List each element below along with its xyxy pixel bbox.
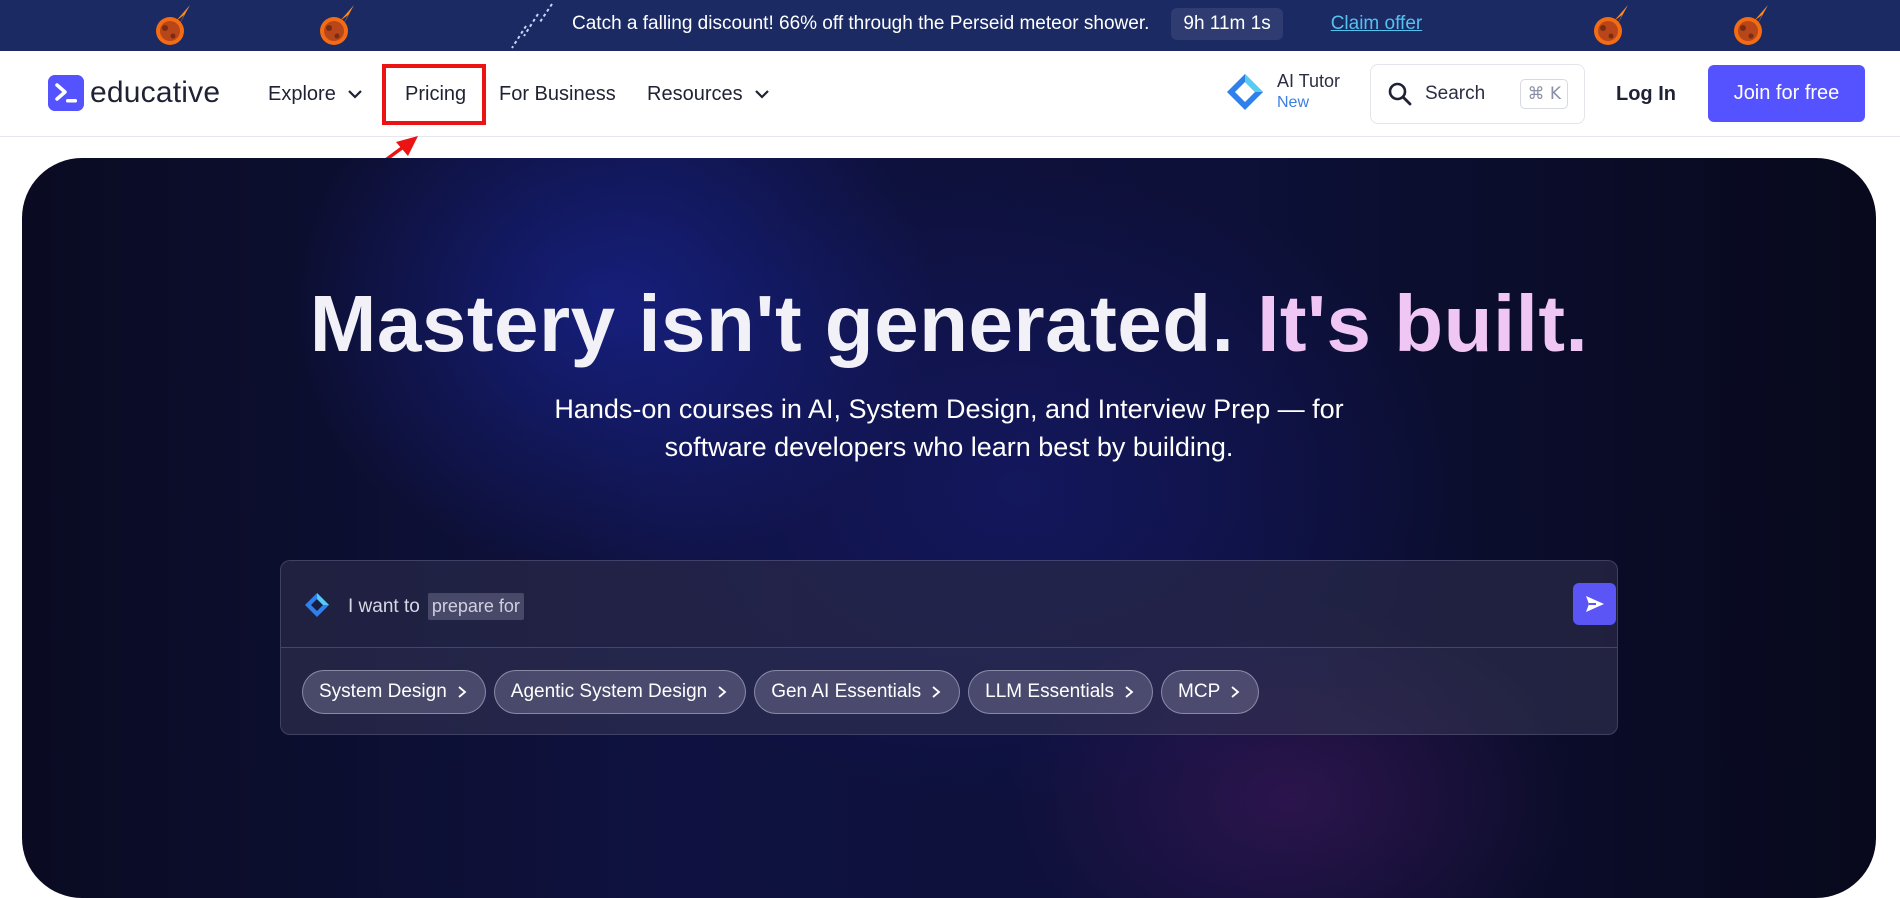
subtitle-line: Hands-on courses in AI, System Design, a… <box>554 394 1344 424</box>
join-for-free-button[interactable]: Join for free <box>1708 65 1865 122</box>
ai-tutor-label: AI Tutor <box>1277 71 1341 91</box>
course-prompt-box: I want to prepare for System Design Agen… <box>280 560 1618 735</box>
terminal-logo-icon <box>48 75 84 111</box>
hero-subtitle: Hands-on courses in AI, System Design, a… <box>22 390 1876 466</box>
suggestion-chip-system-design[interactable]: System Design <box>302 670 486 714</box>
chevron-down-icon <box>348 90 362 99</box>
suggestion-chip-llm-essentials[interactable]: LLM Essentials <box>968 670 1154 714</box>
chevron-right-icon <box>1125 686 1134 698</box>
chevron-down-icon <box>754 90 769 99</box>
hero-headline: Mastery isn't generated. It's built. <box>22 278 1876 370</box>
hero-section: Mastery isn't generated. It's built. Han… <box>22 158 1876 898</box>
chevron-right-icon <box>1231 686 1240 698</box>
ai-diamond-icon <box>305 593 329 617</box>
educative-logo[interactable]: educative <box>48 75 220 111</box>
suggestion-chip-agentic-system-design[interactable]: Agentic System Design <box>493 670 747 714</box>
claim-offer-link[interactable]: Claim offer <box>1331 13 1423 35</box>
chip-label: Agentic System Design <box>510 681 708 702</box>
headline-main: Mastery isn't generated. <box>309 279 1235 368</box>
suggestion-chip-mcp[interactable]: MCP <box>1161 670 1260 714</box>
subtitle-line: software developers who learn best by bu… <box>664 432 1234 462</box>
search-icon <box>1388 82 1412 106</box>
headline-accent: It's built. <box>1257 279 1589 368</box>
search-label: Search <box>1425 83 1486 104</box>
annotation-highlight-box <box>382 64 486 125</box>
prompt-prefix: I want to <box>348 595 420 617</box>
nav-for-business-label: For Business <box>499 82 616 105</box>
chevron-right-icon <box>458 686 467 698</box>
meteor-icon <box>156 5 190 45</box>
prompt-input-row[interactable]: I want to prepare for <box>281 561 1617 648</box>
chip-label: LLM Essentials <box>985 681 1115 702</box>
top-navbar: educative Explore Pricing For Business R… <box>0 51 1900 137</box>
ai-tutor-button[interactable]: AI Tutor New <box>1225 71 1340 112</box>
chip-label: Gen AI Essentials <box>771 681 922 702</box>
nav-resources-label: Resources <box>647 82 743 105</box>
chevron-right-icon <box>718 686 727 698</box>
nav-resources[interactable]: Resources <box>647 51 771 137</box>
send-icon <box>1585 596 1604 612</box>
promo-message: Catch a falling discount! 66% off throug… <box>572 12 1150 34</box>
new-badge: New <box>1277 94 1310 111</box>
search-shortcut-hint: ⌘ K <box>1520 79 1568 109</box>
ai-tutor-diamond-icon <box>1227 73 1263 110</box>
chip-label: System Design <box>319 681 447 702</box>
send-button[interactable] <box>1573 583 1616 625</box>
prompt-text: I want to prepare for <box>348 593 524 620</box>
meteor-icon <box>1594 5 1628 45</box>
meteor-icon <box>320 5 354 45</box>
search-button[interactable]: Search ⌘ K <box>1370 64 1585 124</box>
suggestion-chip-gen-ai-essentials[interactable]: Gen AI Essentials <box>754 670 961 714</box>
nav-explore-label: Explore <box>268 82 336 105</box>
meteor-icon <box>1734 5 1768 45</box>
meteor-streaks-icon <box>511 3 553 49</box>
login-button[interactable]: Log In <box>1616 51 1676 137</box>
chip-label: MCP <box>1178 681 1221 702</box>
logo-wordmark: educative <box>90 76 221 109</box>
chevron-right-icon <box>932 686 941 698</box>
prompt-intent-chip[interactable]: prepare for <box>427 593 524 620</box>
countdown-timer: 9h 11m 1s <box>1171 7 1283 40</box>
promo-banner: Catch a falling discount! 66% off throug… <box>0 0 1900 51</box>
suggestion-chips: System Design Agentic System Design Gen … <box>302 670 1260 714</box>
nav-explore[interactable]: Explore <box>268 51 364 137</box>
nav-for-business[interactable]: For Business <box>499 51 616 137</box>
